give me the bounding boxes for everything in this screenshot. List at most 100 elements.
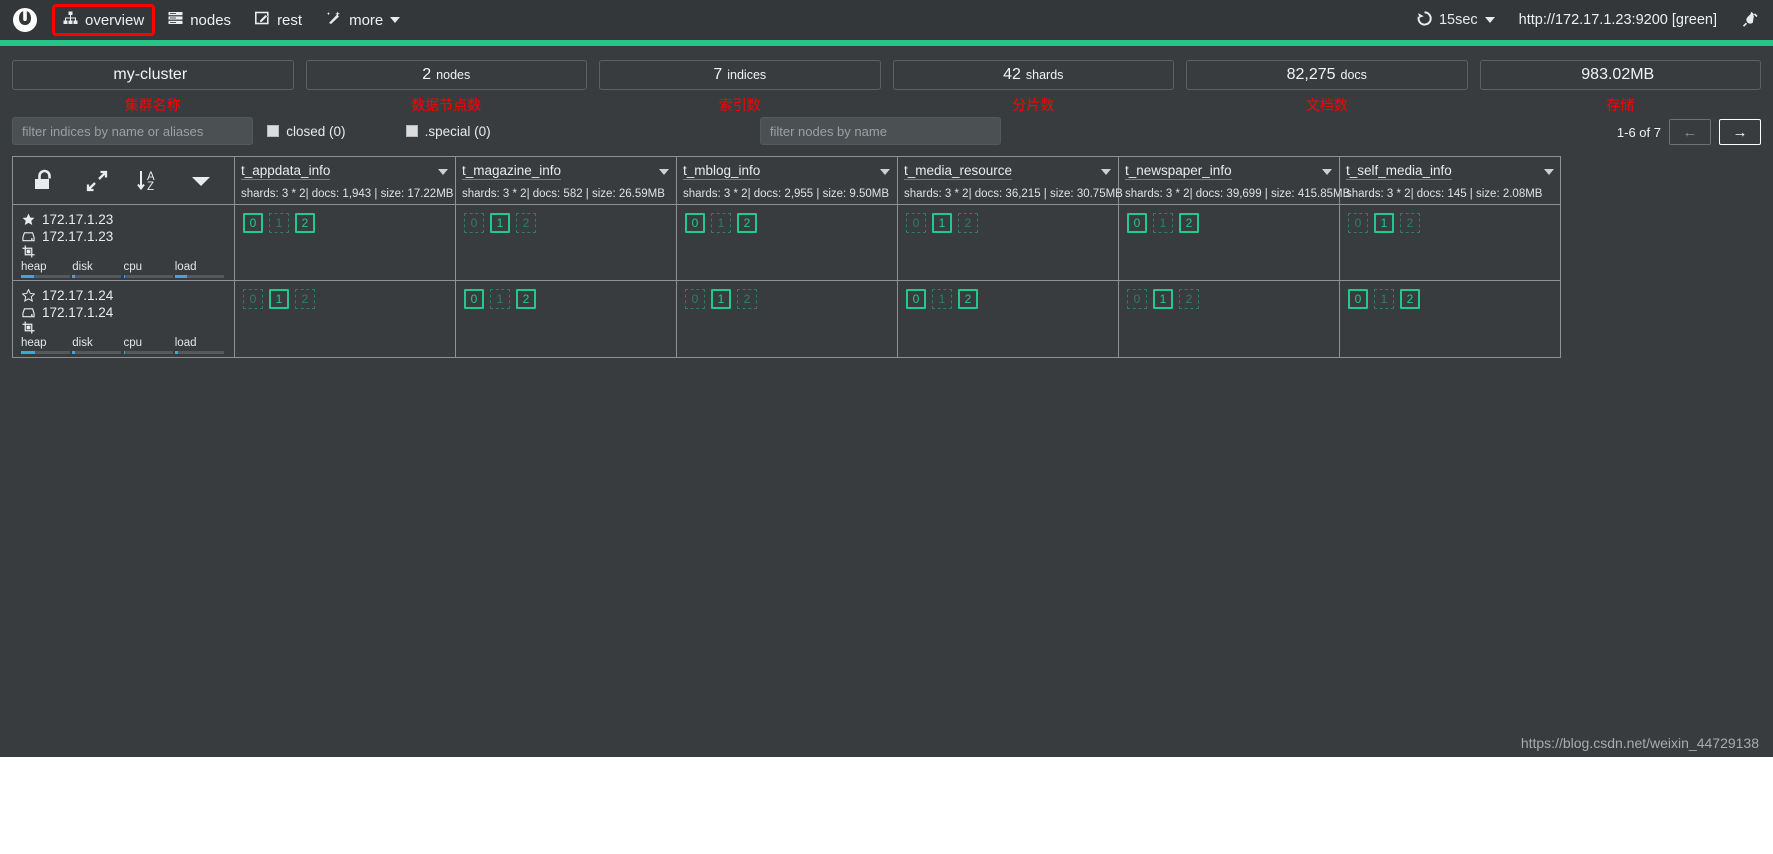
refresh-icon [1417,10,1432,30]
sitemap-icon [63,11,78,29]
metric-cpu: cpu [123,337,175,354]
index-name[interactable]: t_appdata_info [241,163,331,180]
cluster-url-status[interactable]: http://172.17.1.23:9200 [green] [1519,12,1717,28]
shard-primary[interactable]: 1 [269,289,289,309]
shard-primary[interactable]: 1 [711,289,731,309]
shard-primary[interactable]: 0 [464,289,484,309]
shard-primary[interactable]: 1 [1374,213,1394,233]
top-navbar: overview nodes rest more 15sec http://17… [0,0,1773,40]
cerebro-logo-icon[interactable] [10,5,40,35]
nav-item-nodes-label: nodes [190,11,232,29]
shard-replica[interactable]: 2 [958,213,978,233]
unlock-icon[interactable] [19,169,71,193]
stat-storage: 983.02MB 存储 [1479,60,1761,114]
shard-replica[interactable]: 1 [1153,213,1173,233]
nav-item-overview[interactable]: overview [52,4,156,36]
shard-primary[interactable]: 2 [737,213,757,233]
search-input[interactable] [12,117,254,145]
index-name[interactable]: t_mblog_info [683,163,761,180]
node-row[interactable]: 172.17.1.24 172.17.1.24 heap disk cpu lo… [13,281,234,357]
shard-replica[interactable]: 2 [516,213,536,233]
checkbox-special[interactable]: .special (0) [405,123,491,139]
shard-replica[interactable]: 1 [1374,289,1394,309]
shard-replica[interactable]: 2 [1400,213,1420,233]
index-column: t_self_media_info shards: 3 * 2| docs: 14… [1340,157,1560,357]
metric-label: disk [72,261,93,273]
shard-primary[interactable]: 1 [490,213,510,233]
shard-replica[interactable]: 1 [490,289,510,309]
shard-replica[interactable]: 1 [932,289,952,309]
checkbox-box[interactable] [405,125,418,137]
index-menu-caret-down-icon[interactable] [880,169,890,175]
shard-primary[interactable]: 2 [958,289,978,309]
node-role-icon [21,321,35,334]
index-name[interactable]: t_magazine_info [462,163,562,180]
checkbox-box[interactable] [267,125,280,137]
metric-track [123,275,173,278]
shard-replica[interactable]: 1 [269,213,289,233]
nav-item-more[interactable]: more [315,4,411,36]
shard-replica[interactable]: 2 [1179,289,1199,309]
shard-replica[interactable]: 0 [685,289,705,309]
stat-box: my-cluster [12,60,294,90]
caret-down-icon[interactable] [175,174,227,188]
nav-item-nodes[interactable]: nodes [157,4,242,36]
shard-replica[interactable]: 0 [1127,289,1147,309]
next-page-button[interactable]: → [1718,119,1761,145]
shard-primary[interactable]: 0 [243,213,263,233]
stat-cluster-name: my-cluster 集群名称 [12,60,306,114]
shard-primary[interactable]: 2 [1400,289,1420,309]
index-name[interactable]: t_self_media_info [1346,163,1452,180]
node-metric-bars: heap disk cpu load [21,261,226,278]
prev-page-button[interactable]: ← [1668,119,1711,145]
metric-heap: heap [21,337,72,354]
stat-value: my-cluster [113,66,188,83]
metric-track [21,351,70,354]
checkbox-closed[interactable]: closed (0) [267,124,346,139]
shard-primary[interactable]: 0 [1127,213,1147,233]
metric-track [21,275,70,278]
shard-primary[interactable]: 2 [295,213,315,233]
shard-cell: 012 [677,205,897,281]
node-search-input[interactable] [759,117,1002,145]
index-visibility-checkboxes: closed (0) .special (0) [265,117,748,145]
index-menu-caret-down-icon[interactable] [1544,169,1554,175]
shard-replica[interactable]: 1 [711,213,731,233]
shard-primary[interactable]: 1 [1153,289,1173,309]
nodes-column: A Z 172.17.1.23 172.17.1.23 heap disk cp… [13,157,235,357]
shard-replica[interactable]: 2 [737,289,757,309]
shard-primary[interactable]: 1 [932,213,952,233]
index-menu-caret-down-icon[interactable] [1101,169,1111,175]
shard-allocation-grid: A Z 172.17.1.23 172.17.1.23 heap disk cp… [12,156,1561,358]
index-name[interactable]: t_newspaper_info [1125,163,1232,180]
shard-primary[interactable]: 0 [1348,289,1368,309]
stat-box: 983.02MB [1479,60,1761,90]
checkbox-special-label: .special (0) [424,123,491,139]
node-role-line [21,321,226,334]
annotation-indices: 索引数 [718,97,761,113]
plug-disconnect-icon[interactable] [1741,10,1759,31]
shard-replica[interactable]: 0 [1348,213,1368,233]
expand-arrows-icon[interactable] [71,169,123,193]
shard-primary[interactable]: 2 [1179,213,1199,233]
index-meta: shards: 3 * 2| docs: 39,699 | size: 415.… [1125,188,1351,200]
shard-primary[interactable]: 0 [906,289,926,309]
nav-item-rest[interactable]: rest [244,4,313,36]
index-menu-caret-down-icon[interactable] [1322,169,1332,175]
hdd-icon [21,307,35,319]
shard-replica[interactable]: 2 [295,289,315,309]
node-role-icon [21,245,35,258]
shard-replica[interactable]: 0 [243,289,263,309]
shard-replica[interactable]: 0 [906,213,926,233]
sort-alpha-asc-icon[interactable]: A Z [123,168,175,194]
index-menu-caret-down-icon[interactable] [438,169,448,175]
index-name[interactable]: t_media_resource [904,163,1013,180]
refresh-interval-selector[interactable]: 15sec [1417,10,1495,30]
shard-cell: 012 [456,205,676,281]
shard-primary[interactable]: 2 [516,289,536,309]
index-menu-caret-down-icon[interactable] [659,169,669,175]
node-row[interactable]: 172.17.1.23 172.17.1.23 heap disk cpu lo… [13,205,234,281]
shard-replica[interactable]: 0 [464,213,484,233]
shard-primary[interactable]: 0 [685,213,705,233]
stat-value: 2 [422,66,432,83]
